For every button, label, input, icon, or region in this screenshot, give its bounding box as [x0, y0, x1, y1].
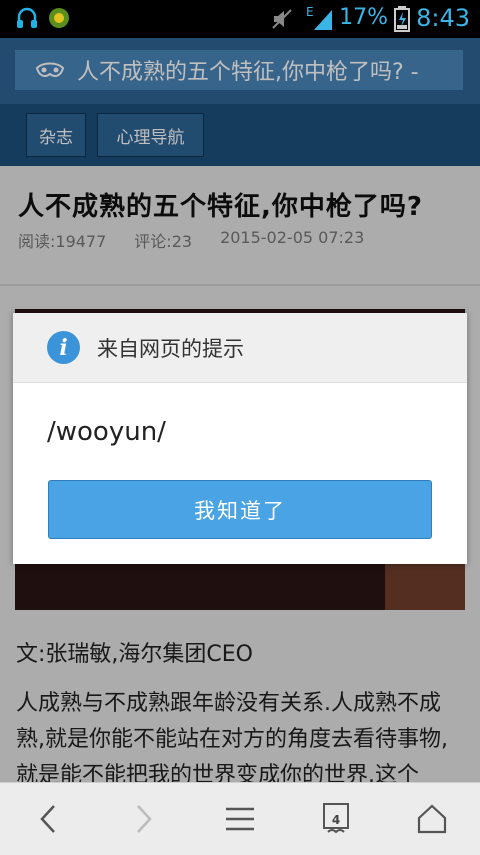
info-icon: i — [47, 331, 80, 364]
battery-percent: 17% — [339, 5, 388, 30]
forward-button[interactable] — [124, 801, 164, 837]
chevron-right-icon — [137, 805, 152, 833]
signal-icon: E — [306, 4, 334, 36]
home-button[interactable] — [412, 801, 452, 837]
tabs-button[interactable]: 4 — [316, 801, 356, 837]
dialog-title: 来自网页的提示 — [97, 337, 244, 361]
ok-button[interactable]: 我知道了 — [48, 480, 432, 539]
chevron-left-icon — [40, 805, 55, 833]
dialog-header: i 来自网页的提示 — [13, 313, 467, 383]
headset-notification-icon — [16, 7, 38, 35]
tab-count: 4 — [331, 813, 341, 827]
alert-dialog: i 来自网页的提示 /wooyun/ 我知道了 — [13, 313, 467, 564]
browser-toolbar: 4 — [0, 782, 480, 855]
battery-icon — [394, 6, 410, 36]
dialog-message: /wooyun/ — [47, 417, 166, 447]
menu-button[interactable] — [220, 801, 260, 837]
home-icon — [417, 804, 447, 834]
mute-icon — [270, 7, 294, 35]
back-button[interactable] — [28, 801, 68, 837]
network-type-label: E — [306, 5, 314, 19]
menu-icon — [226, 807, 254, 831]
app-notification-icon — [48, 7, 70, 35]
clock: 8:43 — [416, 4, 470, 32]
status-bar: E 17% 8:43 — [0, 0, 480, 38]
